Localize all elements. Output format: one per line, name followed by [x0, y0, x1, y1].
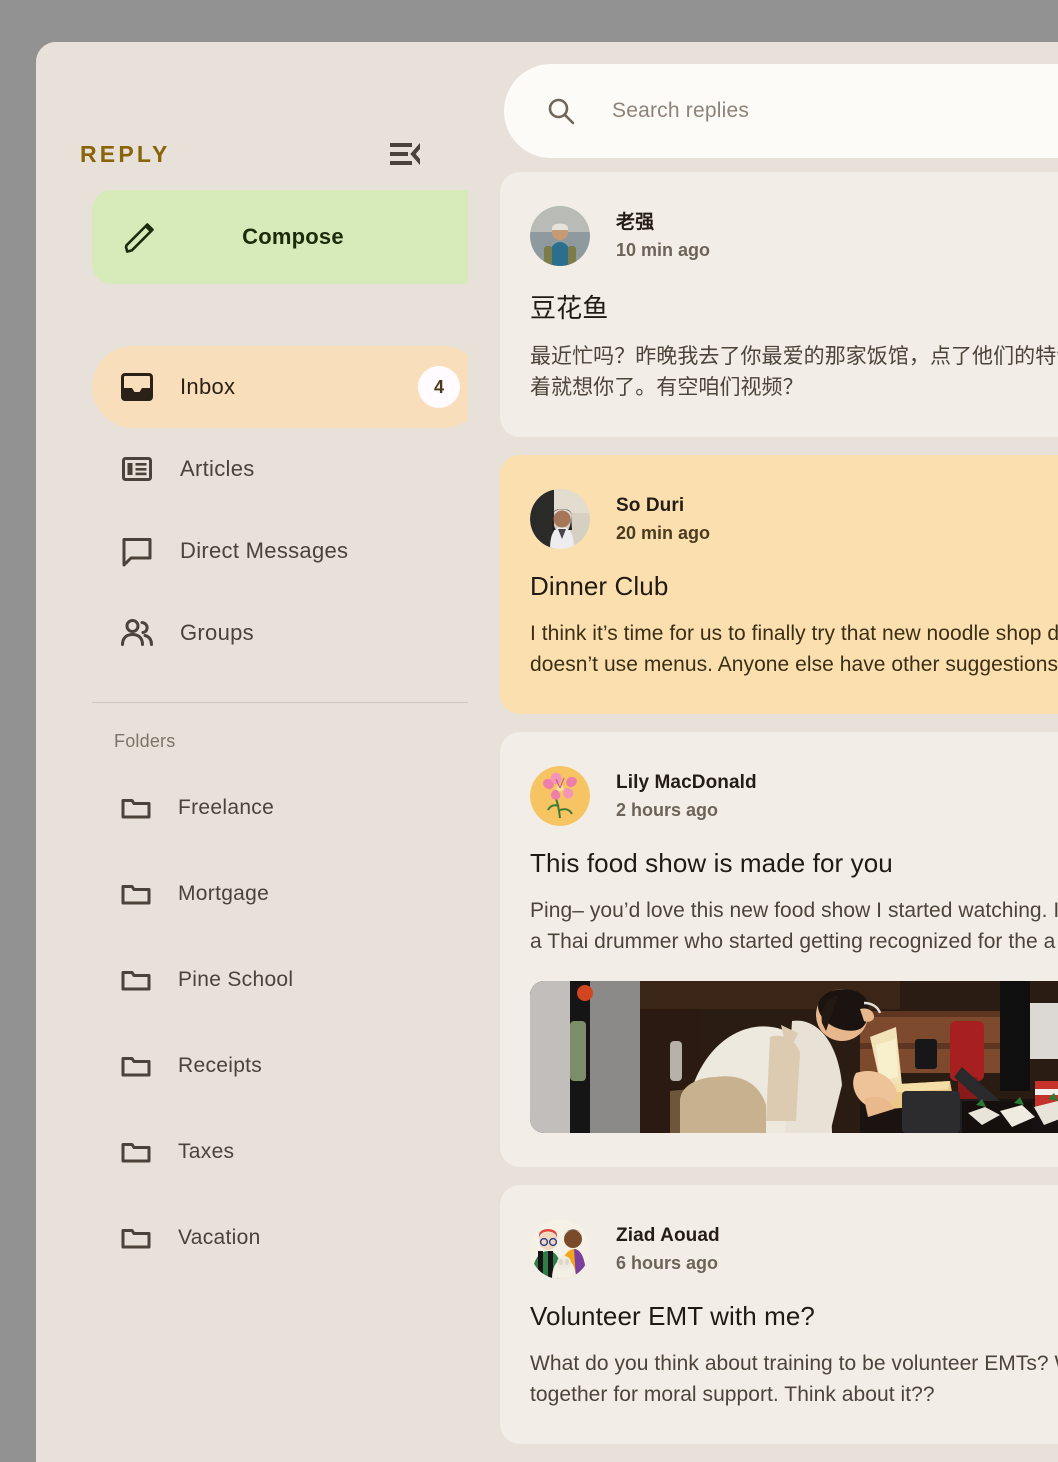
folder-item-receipts[interactable]: Receipts — [92, 1036, 484, 1096]
folder-item-label: Receipts — [178, 1054, 263, 1077]
avatar — [530, 206, 590, 266]
app-brand-title: REPLY — [80, 140, 171, 167]
email-preview: 最近忙吗？昨晚我去了你最爱的那家饭馆，点了他们的特色 着就想你了。有空咱们视频？ — [530, 345, 1058, 399]
email-subject: Volunteer EMT with me? — [530, 1301, 815, 1331]
folder-icon — [120, 1136, 152, 1168]
sidebar-item-inbox[interactable]: Inbox 4 — [92, 346, 484, 428]
reply-app-window: REPLY Compose Inbox 4 Articles Direct Me… — [36, 42, 1058, 1462]
email-card-header: Ziad Aouad 6 hours ago — [530, 1219, 1058, 1279]
email-timestamp: 20 min ago — [616, 522, 711, 543]
chat-bubble-icon — [120, 534, 154, 568]
email-subject: Dinner Club — [530, 571, 669, 601]
email-timestamp: 10 min ago — [616, 239, 711, 260]
sidebar-item-label: Articles — [180, 456, 255, 481]
folder-item-freelance[interactable]: Freelance — [92, 778, 484, 838]
email-card[interactable]: So Duri 20 min ago Dinner Club I think i… — [500, 455, 1058, 714]
folder-item-mortgage[interactable]: Mortgage — [92, 864, 484, 924]
sidebar-item-label: Inbox — [180, 374, 236, 399]
sidebar: REPLY Compose Inbox 4 Articles Direct Me… — [36, 42, 484, 1462]
email-card[interactable]: 老强 10 min ago 豆花鱼 最近忙吗？昨晚我去了你最爱的那家饭馆，点了他… — [500, 172, 1058, 437]
email-meta: So Duri 20 min ago — [616, 493, 710, 545]
email-subject: 豆花鱼 — [530, 293, 609, 323]
email-card-header: So Duri 20 min ago — [530, 489, 1058, 549]
email-card-header: 老强 10 min ago — [530, 206, 1058, 266]
folder-item-taxes[interactable]: Taxes — [92, 1122, 484, 1182]
folder-item-label: Freelance — [178, 796, 275, 819]
sidebar-item-label: Groups — [180, 620, 254, 645]
email-card-header: Lily MacDonald 2 hours ago — [530, 766, 1058, 826]
menu-collapse-icon[interactable] — [390, 142, 423, 166]
folder-icon — [120, 1222, 152, 1254]
email-preview: I think it’s time for us to finally try … — [530, 622, 1058, 676]
folder-icon — [120, 1050, 152, 1082]
email-sender: Ziad Aouad — [616, 1225, 720, 1247]
folder-item-vacation[interactable]: Vacation — [92, 1208, 484, 1268]
compose-button[interactable]: Compose — [92, 190, 484, 284]
search-icon — [546, 96, 576, 126]
email-card[interactable]: Ziad Aouad 6 hours ago Volunteer EMT wit… — [500, 1185, 1058, 1444]
article-icon — [120, 452, 154, 486]
folder-icon — [120, 792, 152, 824]
email-meta: Ziad Aouad 6 hours ago — [616, 1223, 720, 1275]
email-timestamp: 6 hours ago — [616, 1252, 719, 1273]
search-input[interactable]: Search replies — [612, 99, 749, 123]
folder-icon — [120, 878, 152, 910]
compose-button-label: Compose — [242, 224, 344, 249]
folder-item-label: Vacation — [178, 1226, 261, 1249]
sidebar-item-articles[interactable]: Articles — [92, 428, 484, 510]
sidebar-header: REPLY — [36, 42, 448, 174]
people-icon — [120, 616, 154, 650]
email-sender: So Duri — [616, 495, 685, 517]
folder-item-label: Mortgage — [178, 882, 270, 905]
email-sender: 老强 — [616, 212, 655, 234]
pencil-icon — [122, 219, 158, 255]
email-attachment-thumbnail[interactable] — [530, 981, 1058, 1133]
email-meta: 老强 10 min ago — [616, 210, 710, 262]
sidebar-item-label: Direct Messages — [180, 538, 349, 563]
main-content: Search replies 老强 10 min ago 豆花鱼 最近忙吗？昨晚… — [468, 42, 1058, 1462]
email-list: 老强 10 min ago 豆花鱼 最近忙吗？昨晚我去了你最爱的那家饭馆，点了他… — [500, 172, 1058, 1462]
email-preview: Ping– you’d love this new food show I st… — [530, 899, 1058, 953]
primary-nav: Inbox 4 Articles Direct Messages Groups — [36, 346, 484, 674]
email-meta: Lily MacDonald 2 hours ago — [616, 770, 757, 822]
email-subject: This food show is made for you — [530, 848, 893, 878]
sidebar-item-direct-messages[interactable]: Direct Messages — [92, 510, 484, 592]
email-sender: Lily MacDonald — [616, 772, 757, 794]
folders-section-title: Folders — [114, 731, 176, 751]
folder-item-label: Pine School — [178, 968, 294, 991]
folder-list: Freelance Mortgage Pine School Receipts … — [36, 778, 448, 1268]
avatar — [530, 1219, 590, 1279]
email-card[interactable]: Lily MacDonald 2 hours ago This food sho… — [500, 732, 1058, 1167]
folder-item-label: Taxes — [178, 1140, 235, 1163]
email-preview: What do you think about training to be v… — [530, 1352, 1058, 1406]
folder-item-pine-school[interactable]: Pine School — [92, 950, 484, 1010]
sidebar-divider — [92, 702, 484, 703]
avatar — [530, 489, 590, 549]
email-timestamp: 2 hours ago — [616, 799, 719, 820]
inbox-icon — [120, 370, 154, 404]
inbox-unread-badge: 4 — [418, 366, 460, 408]
search-bar[interactable]: Search replies — [504, 64, 1058, 158]
sidebar-item-groups[interactable]: Groups — [92, 592, 484, 674]
folder-icon — [120, 964, 152, 996]
avatar — [530, 766, 590, 826]
